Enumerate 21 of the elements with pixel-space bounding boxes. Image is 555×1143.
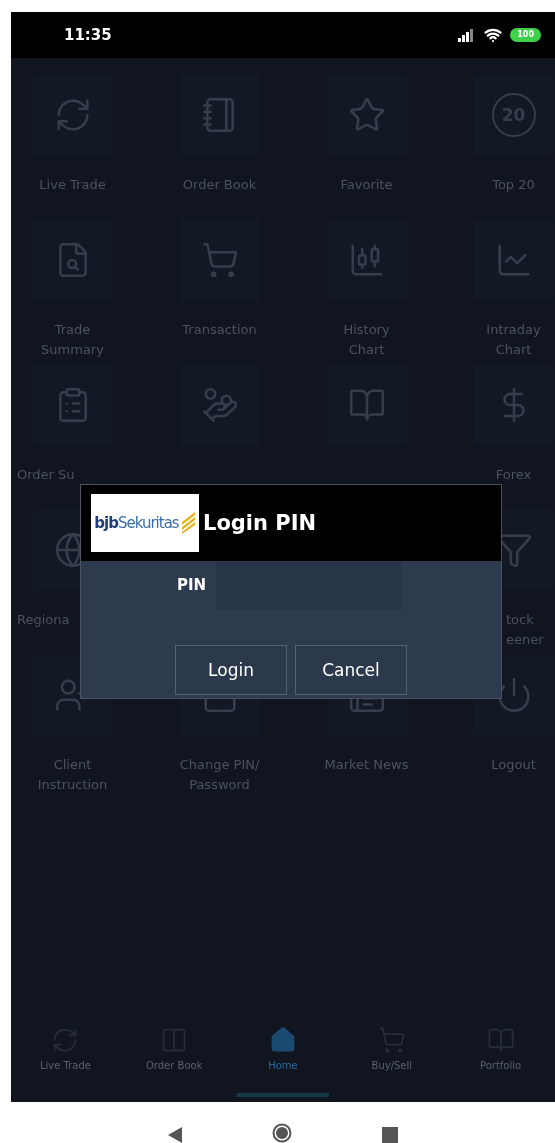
battery-icon: 100	[510, 28, 541, 42]
menu-label: Top 20	[491, 176, 536, 194]
dialog-title: Login PIN	[203, 511, 317, 535]
logo: bjbSekuritas	[91, 494, 199, 552]
menu-label: Forex	[494, 466, 533, 484]
menu-label: Regiona	[16, 611, 70, 629]
menu-label: Change PIN/ Password	[178, 756, 261, 794]
status-time: 11:35	[64, 26, 112, 44]
menu-label: Market News	[323, 756, 410, 774]
menu-label: Order Su	[16, 466, 75, 484]
menu-label: History Chart	[342, 321, 391, 359]
menu-label: Live Trade	[38, 176, 107, 194]
menu-label: Client Instruction	[36, 756, 109, 794]
menu-label: tock eener	[505, 611, 545, 649]
menu-label: Intraday Chart	[485, 321, 542, 359]
menu-label: Order Book	[181, 176, 258, 194]
menu-label: Logout	[490, 756, 537, 774]
field-label: PIN	[177, 576, 207, 594]
menu-label: Transaction	[181, 321, 258, 339]
menu-label: Trade Summary	[40, 321, 105, 359]
menu-label: Favorite	[339, 176, 394, 194]
